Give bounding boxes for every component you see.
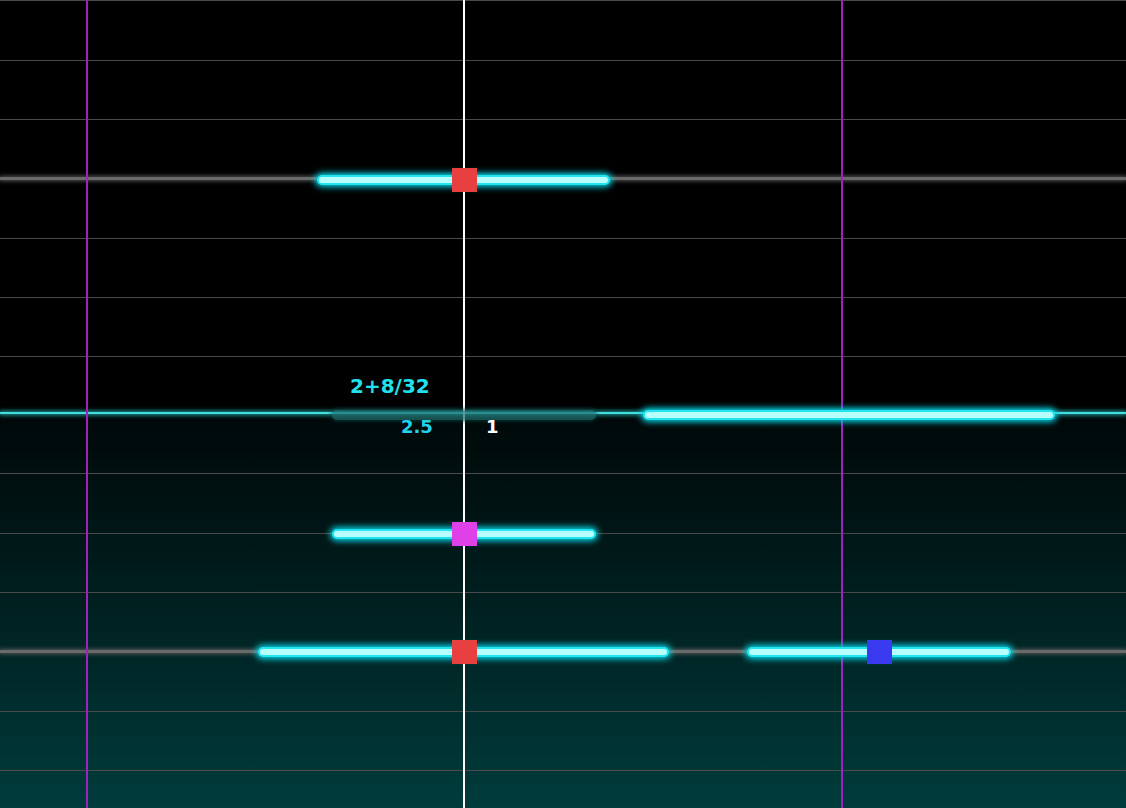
note-marker[interactable] (452, 168, 477, 192)
grid-line (0, 238, 1126, 239)
note-bar[interactable] (643, 410, 1055, 420)
grid-line (0, 711, 1126, 712)
grid-line (0, 0, 1126, 1)
cursor-line (463, 0, 465, 808)
note-bar[interactable] (332, 410, 596, 420)
note-marker[interactable] (452, 640, 477, 664)
note-marker[interactable] (867, 640, 892, 664)
grid-line (0, 592, 1126, 593)
value-label: 2.5 (401, 416, 433, 438)
grid-line (0, 473, 1126, 474)
value-label: 1 (486, 416, 499, 438)
measure-line (841, 0, 843, 808)
grid-line (0, 60, 1126, 61)
lower-area (0, 412, 1126, 808)
grid-line (0, 119, 1126, 120)
beat-label: 2+8/32 (350, 374, 430, 398)
chart-canvas[interactable]: 2+8/32 2.5 1 (0, 0, 1126, 808)
grid-line (0, 770, 1126, 771)
grid-line (0, 297, 1126, 298)
note-marker[interactable] (452, 522, 477, 546)
grid-line (0, 356, 1126, 357)
measure-line (86, 0, 88, 808)
